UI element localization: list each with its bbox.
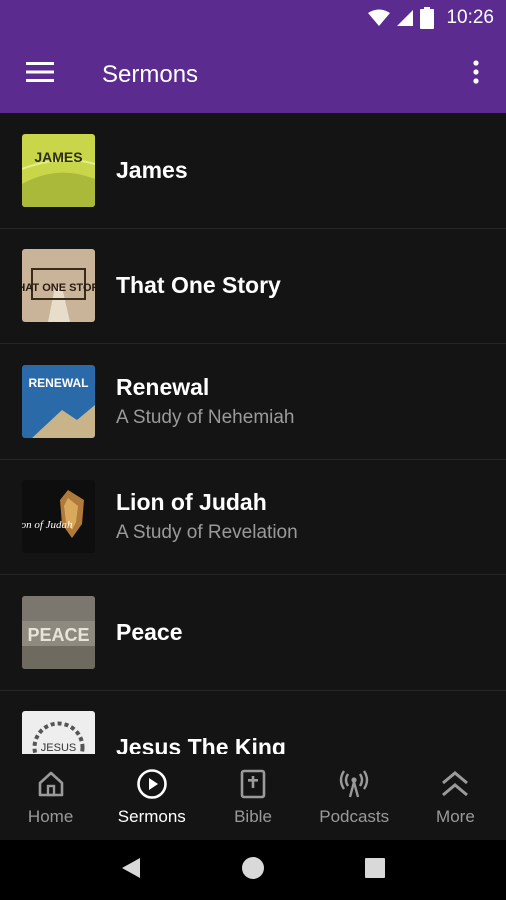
sermon-title: Renewal	[116, 373, 210, 400]
back-button[interactable]	[101, 845, 161, 895]
sermon-title: James	[116, 156, 188, 183]
status-time: 10:26	[446, 7, 494, 28]
recents-square-icon	[364, 857, 386, 884]
page-title: Sermons	[102, 60, 199, 88]
home-icon	[37, 767, 65, 801]
wifi-icon	[368, 9, 391, 27]
sermon-item-renewal[interactable]: RENEWAL Renewal A Study of Nehemiah	[0, 344, 506, 460]
sermon-list: JAMES James THAT ONE STORY That One Stor…	[0, 113, 506, 754]
signal-icon	[396, 9, 414, 27]
bottom-navigation: Home Sermons Bible Podcasts More	[0, 754, 506, 840]
sermon-item-peace[interactable]: PEACE Peace	[0, 575, 506, 691]
overflow-menu-button[interactable]	[446, 36, 506, 113]
sermon-thumbnail: JAMES	[22, 133, 95, 207]
nav-bible-label: Bible	[234, 807, 272, 826]
sermon-thumbnail: RENEWAL	[22, 364, 95, 438]
nav-sermons-label: Sermons	[117, 807, 186, 826]
battery-icon	[420, 7, 435, 29]
nav-sermons[interactable]: Sermons	[101, 754, 202, 840]
thumb-text: Lion of Judah	[22, 519, 73, 531]
nav-home[interactable]: Home	[0, 754, 101, 840]
app-bar: Sermons	[0, 36, 506, 113]
system-navigation-bar	[0, 840, 506, 900]
sermon-subtitle: A Study of Revelation	[116, 522, 298, 544]
thumb-text: JESUS	[41, 742, 76, 754]
nav-bible[interactable]: Bible	[202, 754, 303, 840]
sermon-title: That One Story	[116, 272, 281, 299]
sermon-item-that-one-story[interactable]: THAT ONE STORY That One Story	[0, 229, 506, 344]
sermon-item-jesus-the-king[interactable]: JESUS Jesus The King	[0, 691, 506, 754]
back-triangle-icon	[120, 856, 142, 885]
thumb-text: JAMES	[34, 149, 82, 165]
thumb-text: RENEWAL	[29, 376, 89, 390]
nav-podcasts-label: Podcasts	[319, 807, 390, 826]
podcast-icon	[339, 767, 369, 801]
nav-more[interactable]: More	[405, 754, 506, 840]
recents-button[interactable]	[345, 845, 405, 895]
nav-more-label: More	[436, 807, 475, 826]
status-bar: 10:26	[0, 0, 506, 36]
sermon-title: Peace	[116, 618, 183, 645]
thumb-text: THAT ONE STORY	[22, 282, 95, 294]
nav-home-label: Home	[27, 807, 74, 826]
chevron-up-double-icon	[440, 767, 470, 801]
home-circle-icon	[241, 856, 265, 885]
sermon-item-lion-of-judah[interactable]: Lion of Judah Lion of Judah A Study of R…	[0, 460, 506, 575]
sermon-thumbnail: THAT ONE STORY	[22, 249, 95, 323]
sermon-thumbnail: Lion of Judah	[22, 480, 95, 554]
bible-icon	[240, 767, 266, 801]
sermon-title: Jesus The King	[116, 734, 286, 754]
menu-button[interactable]	[0, 36, 80, 113]
play-circle-icon	[136, 767, 168, 801]
sermon-subtitle: A Study of Nehemiah	[116, 406, 295, 428]
sermon-thumbnail: PEACE	[22, 595, 95, 669]
nav-podcasts[interactable]: Podcasts	[304, 754, 405, 840]
sermon-thumbnail: JESUS	[22, 711, 95, 754]
hamburger-menu-icon	[26, 61, 54, 88]
sermon-item-james[interactable]: JAMES James	[0, 113, 506, 229]
home-system-button[interactable]	[223, 845, 283, 895]
more-vert-icon	[473, 60, 479, 89]
thumb-text: PEACE	[27, 625, 89, 645]
sermon-title: Lion of Judah	[116, 489, 267, 516]
